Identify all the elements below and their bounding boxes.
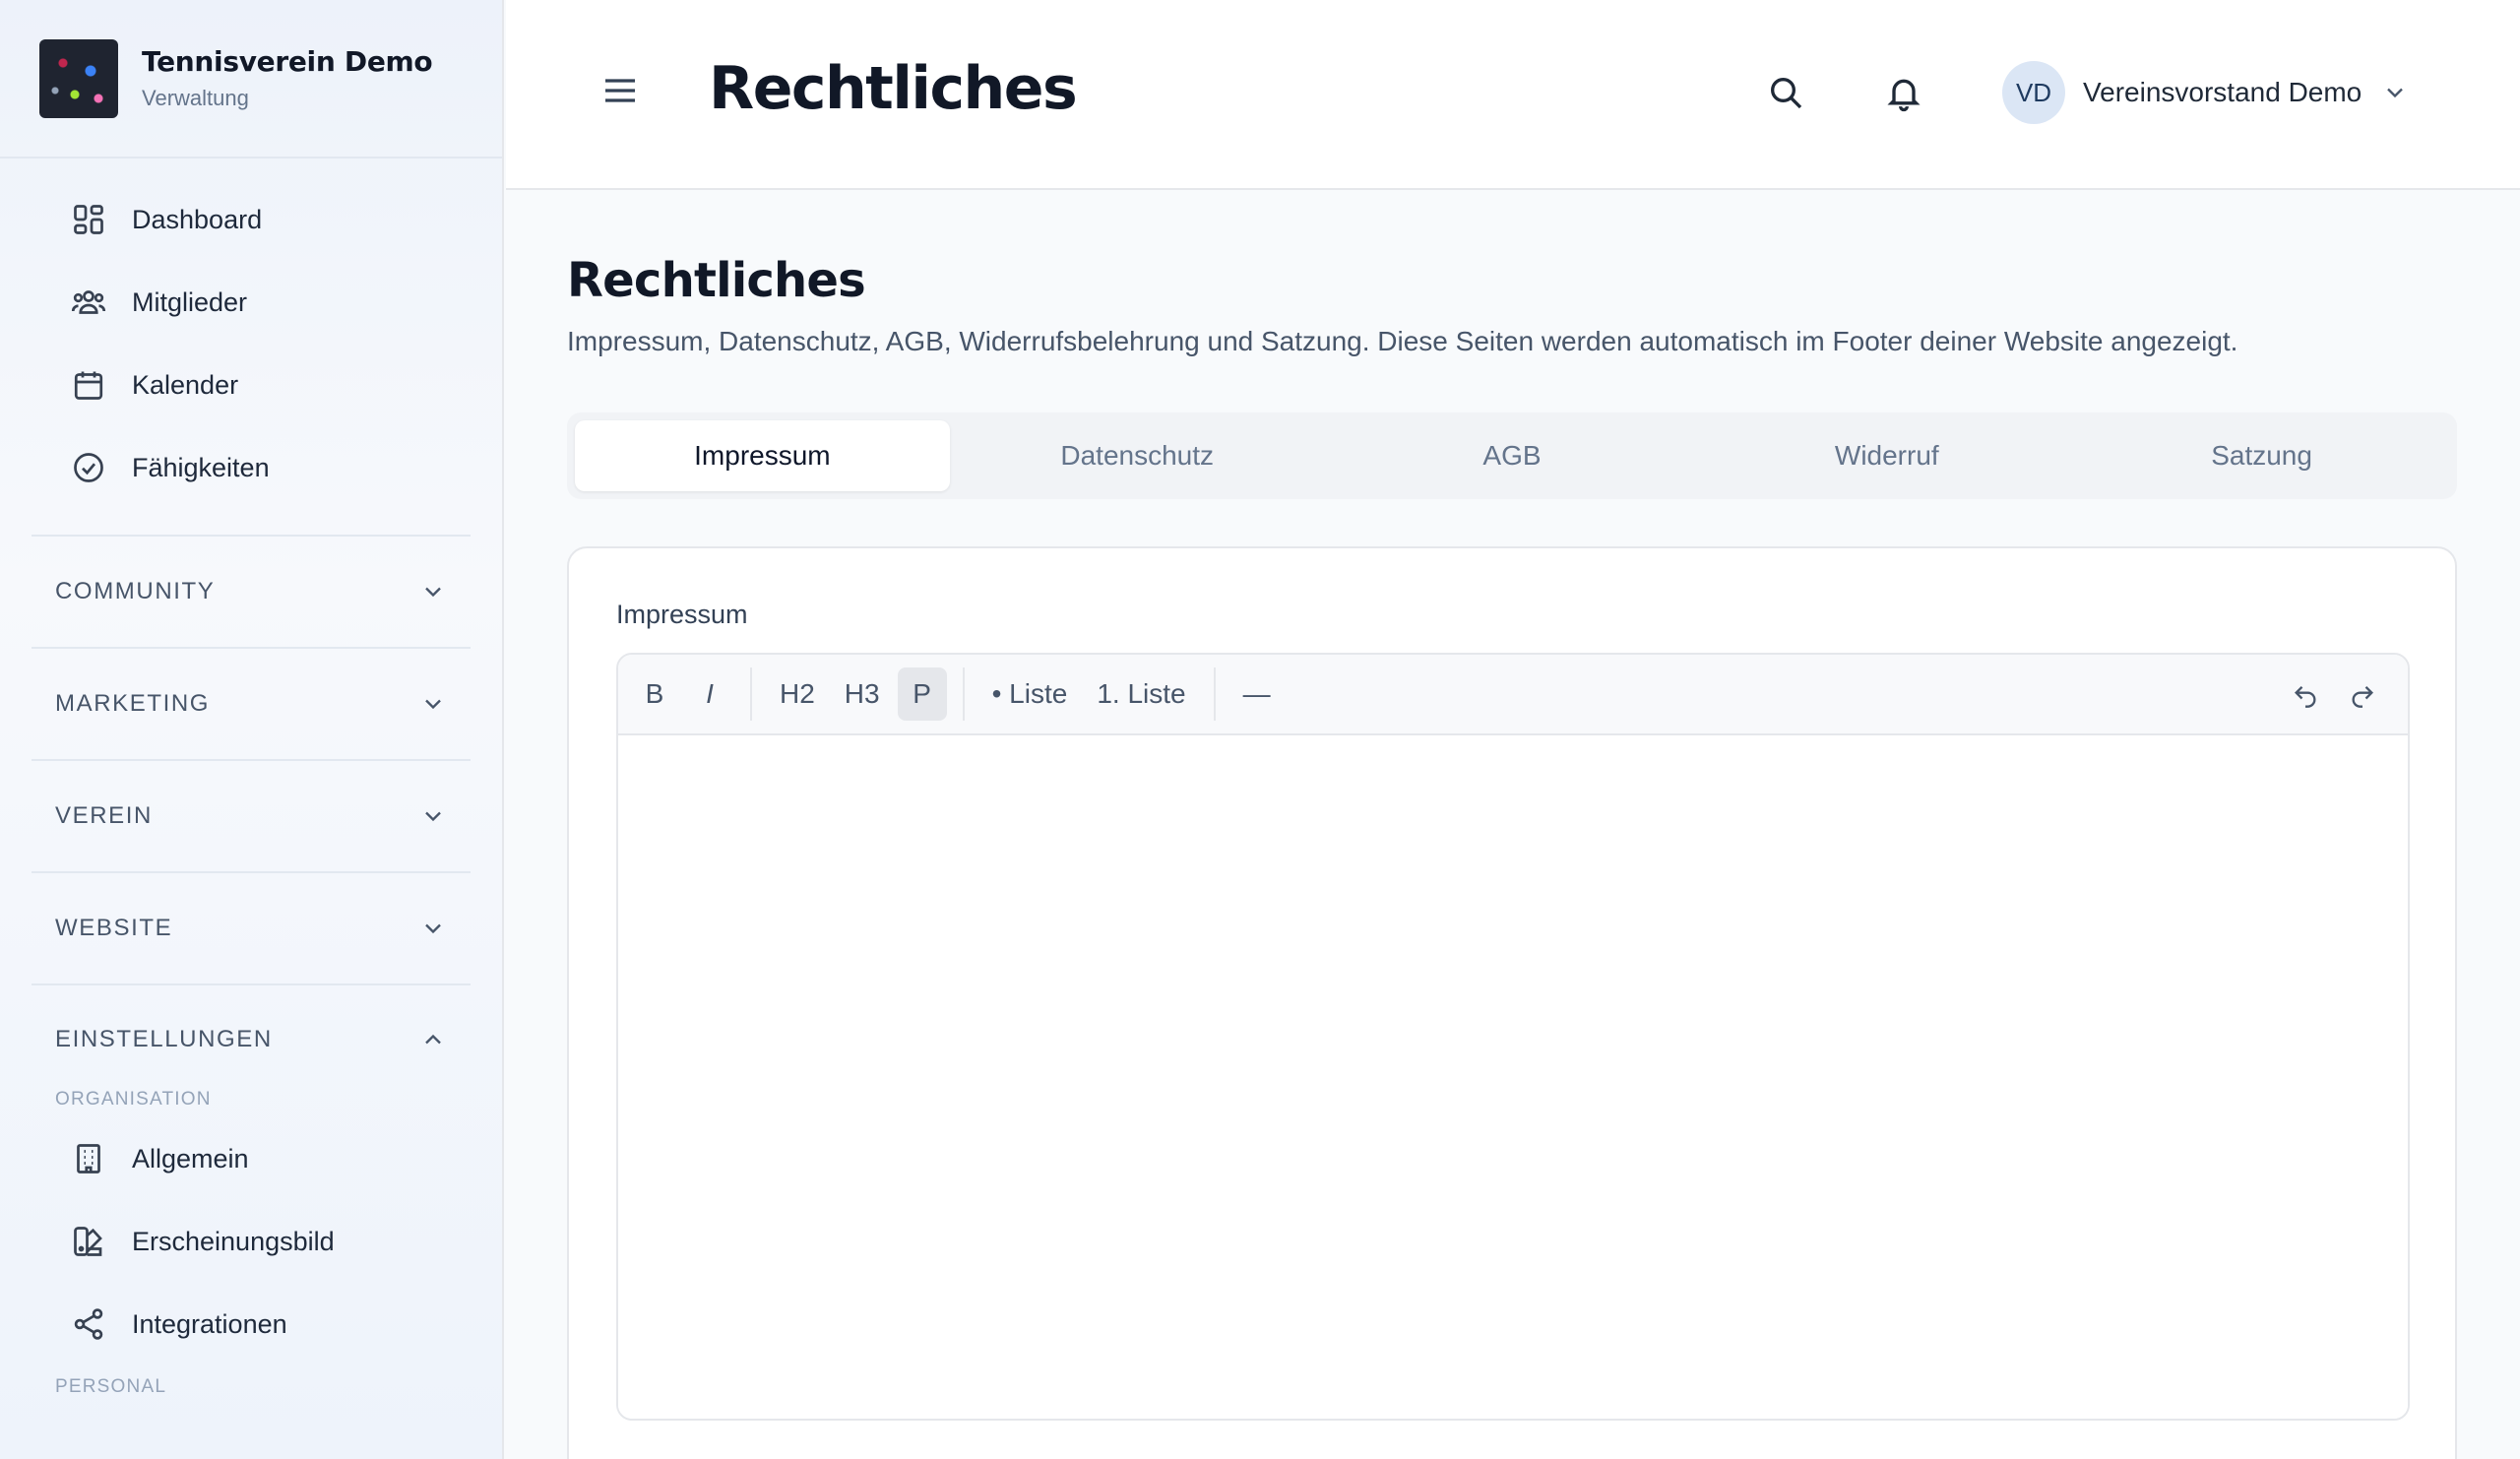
avatar: VD xyxy=(2002,61,2065,124)
sidebar-item-label: Erscheinungsbild xyxy=(132,1226,335,1256)
topbar: Rechtliches VD Vereinsvorstand Demo xyxy=(506,0,2520,190)
user-name: Vereinsvorstand Demo xyxy=(2083,77,2362,107)
bell-icon[interactable] xyxy=(1884,73,1923,112)
brand-subtitle: Verwaltung xyxy=(142,86,249,110)
section-label: COMMUNITY xyxy=(55,578,216,604)
chevron-up-icon xyxy=(425,1034,441,1045)
sidebar-item-label: Integrationen xyxy=(132,1308,287,1339)
undo-icon xyxy=(2295,686,2316,708)
bold-button[interactable]: B xyxy=(630,667,679,721)
search-icon[interactable] xyxy=(1766,73,1805,112)
editor-toolbar: B I H2 H3 P • Liste 1. Liste — xyxy=(618,655,2408,735)
sidebar-item-label: Fähigkeiten xyxy=(132,452,270,482)
section-label: EINSTELLUNGEN xyxy=(55,1026,273,1052)
building-icon xyxy=(71,1141,106,1176)
section-label: MARKETING xyxy=(55,690,211,717)
tab-widerruf[interactable]: Widerruf xyxy=(1699,420,2074,491)
chevron-down-icon xyxy=(425,699,441,710)
hamburger-menu-icon[interactable] xyxy=(600,71,640,110)
chevron-down-icon xyxy=(2387,88,2404,98)
sidebar-item-kalender[interactable]: Kalender xyxy=(32,344,471,426)
chevron-down-icon xyxy=(425,811,441,822)
undo-button[interactable] xyxy=(2280,668,2331,722)
sidebar-item-faehigkeiten[interactable]: Fähigkeiten xyxy=(32,426,471,509)
brand[interactable]: Tennisverein Demo Verwaltung xyxy=(0,0,502,159)
editor-field-label: Impressum xyxy=(616,600,748,629)
sidebar-section-community[interactable]: COMMUNITY xyxy=(32,535,471,647)
sidebar-section-einstellungen[interactable]: EINSTELLUNGEN xyxy=(32,983,471,1094)
brand-logo xyxy=(39,38,118,118)
topbar-title: Rechtliches xyxy=(709,54,1078,123)
toolbar-divider xyxy=(1213,667,1216,721)
chevron-down-icon xyxy=(425,923,441,934)
sidebar-item-integrationen[interactable]: Integrationen xyxy=(32,1283,471,1365)
page-title: Rechtliches xyxy=(567,253,866,308)
heading3-button[interactable]: H3 xyxy=(833,667,892,721)
settings-group-personal: PERSONAL xyxy=(55,1376,167,1397)
main-content: Rechtliches Impressum, Datenschutz, AGB,… xyxy=(506,192,2520,1459)
horizontal-rule-button[interactable]: — xyxy=(1231,667,1283,721)
editor-card: Impressum B I H2 H3 P • Liste 1. Liste — xyxy=(567,546,2457,1459)
sidebar-item-label: Mitglieder xyxy=(132,286,248,317)
sidebar-item-mitglieder[interactable]: Mitglieder xyxy=(32,261,471,344)
sidebar-item-dashboard[interactable]: Dashboard xyxy=(32,178,471,261)
sidebar-section-verein[interactable]: VEREIN xyxy=(32,759,471,871)
sidebar-nav: Dashboard Mitglieder Kalender Fähigkeite… xyxy=(0,159,502,509)
members-icon xyxy=(71,285,106,320)
tab-agb[interactable]: AGB xyxy=(1325,420,1700,491)
sidebar-section-marketing[interactable]: MARKETING xyxy=(32,647,471,759)
italic-button[interactable]: I xyxy=(685,667,734,721)
tab-datenschutz[interactable]: Datenschutz xyxy=(950,420,1325,491)
sidebar-item-label: Allgemein xyxy=(132,1143,249,1174)
user-menu[interactable]: VD Vereinsvorstand Demo xyxy=(2002,61,2409,124)
editor-content-area[interactable] xyxy=(618,735,2408,1419)
section-label: VEREIN xyxy=(55,802,153,829)
palette-icon xyxy=(71,1224,106,1259)
heading2-button[interactable]: H2 xyxy=(768,667,827,721)
ordered-list-button[interactable]: 1. Liste xyxy=(1085,667,1197,721)
sidebar-item-label: Dashboard xyxy=(132,204,263,234)
section-label: WEBSITE xyxy=(55,915,173,941)
toolbar-divider xyxy=(962,667,965,721)
sidebar-section-website[interactable]: WEBSITE xyxy=(32,871,471,983)
sidebar-item-allgemein[interactable]: Allgemein xyxy=(32,1117,471,1200)
tab-impressum[interactable]: Impressum xyxy=(575,420,950,491)
chevron-down-icon xyxy=(425,587,441,598)
redo-icon xyxy=(2352,686,2373,708)
redo-button[interactable] xyxy=(2337,668,2388,722)
settings-group-organisation: ORGANISATION xyxy=(55,1089,212,1110)
tab-satzung[interactable]: Satzung xyxy=(2074,420,2449,491)
sidebar-item-label: Kalender xyxy=(132,369,239,400)
rich-text-editor: B I H2 H3 P • Liste 1. Liste — xyxy=(616,653,2410,1421)
dashboard-icon xyxy=(71,202,106,237)
page-description: Impressum, Datenschutz, AGB, Widerrufsbe… xyxy=(567,326,2238,356)
brand-name: Tennisverein Demo xyxy=(142,45,433,78)
legal-tabs: Impressum Datenschutz AGB Widerruf Satzu… xyxy=(567,412,2457,499)
paragraph-button[interactable]: P xyxy=(897,667,947,721)
sidebar-item-erscheinungsbild[interactable]: Erscheinungsbild xyxy=(32,1200,471,1283)
bullet-list-button[interactable]: • Liste xyxy=(980,667,1080,721)
share-icon xyxy=(71,1306,106,1342)
toolbar-divider xyxy=(750,667,752,721)
calendar-icon xyxy=(71,367,106,403)
sidebar: Tennisverein Demo Verwaltung Dashboard M… xyxy=(0,0,504,1459)
check-circle-icon xyxy=(71,450,106,485)
